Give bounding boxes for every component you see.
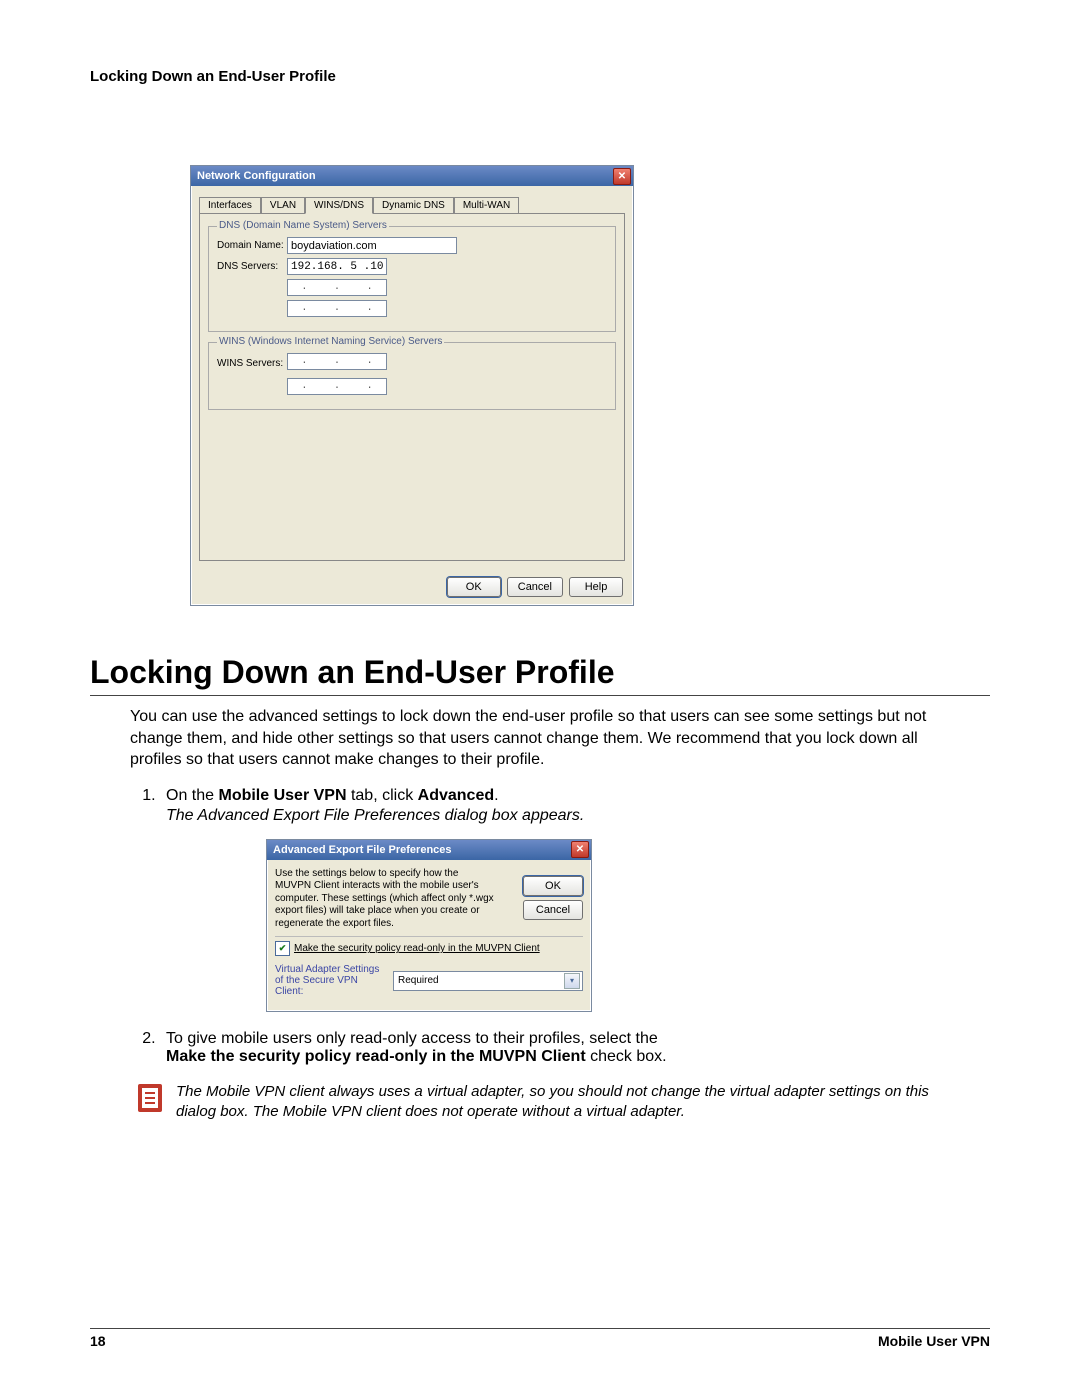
dns-server-3-input[interactable]: ... (287, 300, 387, 317)
dns-servers-label: DNS Servers: (217, 261, 287, 272)
step-1: On the Mobile User VPN tab, click Advanc… (160, 787, 990, 1013)
dialog2-description: Use the settings below to specify how th… (275, 868, 495, 931)
step2-bold: Make the security policy read-only in th… (166, 1048, 586, 1065)
tab-wins-dns[interactable]: WINS/DNS (305, 197, 373, 214)
wins-servers-label: WINS Servers: (217, 358, 287, 369)
tab-multi-wan[interactable]: Multi-WAN (454, 197, 519, 214)
page-number: 18 (90, 1333, 106, 1349)
cancel-button[interactable]: Cancel (507, 577, 563, 597)
domain-name-input[interactable] (287, 237, 457, 254)
domain-name-label: Domain Name: (217, 240, 287, 251)
page-footer: 18 Mobile User VPN (90, 1326, 990, 1349)
step1-bold1: Mobile User VPN (218, 787, 346, 804)
heading-rule (90, 695, 990, 696)
tab-interfaces[interactable]: Interfaces (199, 197, 261, 214)
wins-legend: WINS (Windows Internet Naming Service) S… (217, 336, 444, 347)
wins-groupbox: WINS (Windows Internet Naming Service) S… (208, 342, 616, 410)
step2-pre: To give mobile users only read-only acce… (166, 1030, 658, 1047)
virtual-adapter-label: Virtual Adapter Settings of the Secure V… (275, 964, 385, 997)
help-button[interactable]: Help (569, 577, 623, 597)
wins-server-2-input[interactable]: ... (287, 378, 387, 395)
dns-server-2-input[interactable]: ... (287, 279, 387, 296)
dialog2-divider (275, 936, 583, 937)
advanced-export-dialog: Advanced Export File Preferences ✕ Use t… (266, 839, 592, 1013)
wins-server-1-input[interactable]: ... (287, 353, 387, 370)
running-header: Locking Down an End-User Profile (90, 68, 990, 85)
footer-rule (90, 1328, 990, 1329)
read-only-checkbox[interactable]: ✔ (275, 941, 290, 956)
close-icon[interactable]: ✕ (613, 168, 631, 185)
cancel-button[interactable]: Cancel (523, 900, 583, 920)
dns-groupbox: DNS (Domain Name System) Servers Domain … (208, 226, 616, 332)
dialog-button-row: OK Cancel Help (447, 577, 623, 597)
chevron-down-icon: ▾ (564, 973, 580, 989)
ok-button[interactable]: OK (447, 577, 501, 597)
ok-button[interactable]: OK (523, 876, 583, 896)
step1-post: . (494, 787, 498, 804)
close-icon[interactable]: ✕ (571, 841, 589, 858)
tab-vlan[interactable]: VLAN (261, 197, 305, 214)
steps-list: On the Mobile User VPN tab, click Advanc… (130, 787, 990, 1067)
note-row: The Mobile VPN client always uses a virt… (138, 1082, 958, 1121)
step1-mid: tab, click (347, 787, 418, 804)
dialog2-title: Advanced Export File Preferences (273, 844, 452, 856)
dialog2-titlebar: Advanced Export File Preferences ✕ (267, 840, 591, 860)
virtual-adapter-value: Required (398, 975, 439, 986)
intro-paragraph: You can use the advanced settings to loc… (130, 706, 950, 771)
network-configuration-dialog: Network Configuration ✕ Interfaces VLAN … (190, 165, 634, 606)
footer-product: Mobile User VPN (878, 1333, 990, 1349)
dialog-title: Network Configuration (197, 170, 316, 182)
note-icon (138, 1084, 162, 1112)
step1-note: The Advanced Export File Preferences dia… (166, 807, 990, 825)
section-heading: Locking Down an End-User Profile (90, 654, 990, 691)
dns-server-1-input[interactable] (287, 258, 387, 275)
tab-strip: Interfaces VLAN WINS/DNS Dynamic DNS Mul… (199, 196, 633, 213)
tab-panel: DNS (Domain Name System) Servers Domain … (199, 213, 625, 561)
tab-dynamic-dns[interactable]: Dynamic DNS (373, 197, 454, 214)
step-2: To give mobile users only read-only acce… (160, 1030, 990, 1066)
step1-text: On the (166, 787, 218, 804)
step1-bold2: Advanced (418, 787, 494, 804)
read-only-checkbox-label: Make the security policy read-only in th… (294, 943, 540, 954)
virtual-adapter-select[interactable]: Required ▾ (393, 971, 583, 991)
dns-legend: DNS (Domain Name System) Servers (217, 220, 389, 231)
note-text: The Mobile VPN client always uses a virt… (176, 1082, 958, 1121)
dialog-titlebar: Network Configuration ✕ (191, 166, 633, 186)
step2-post: check box. (586, 1048, 667, 1065)
